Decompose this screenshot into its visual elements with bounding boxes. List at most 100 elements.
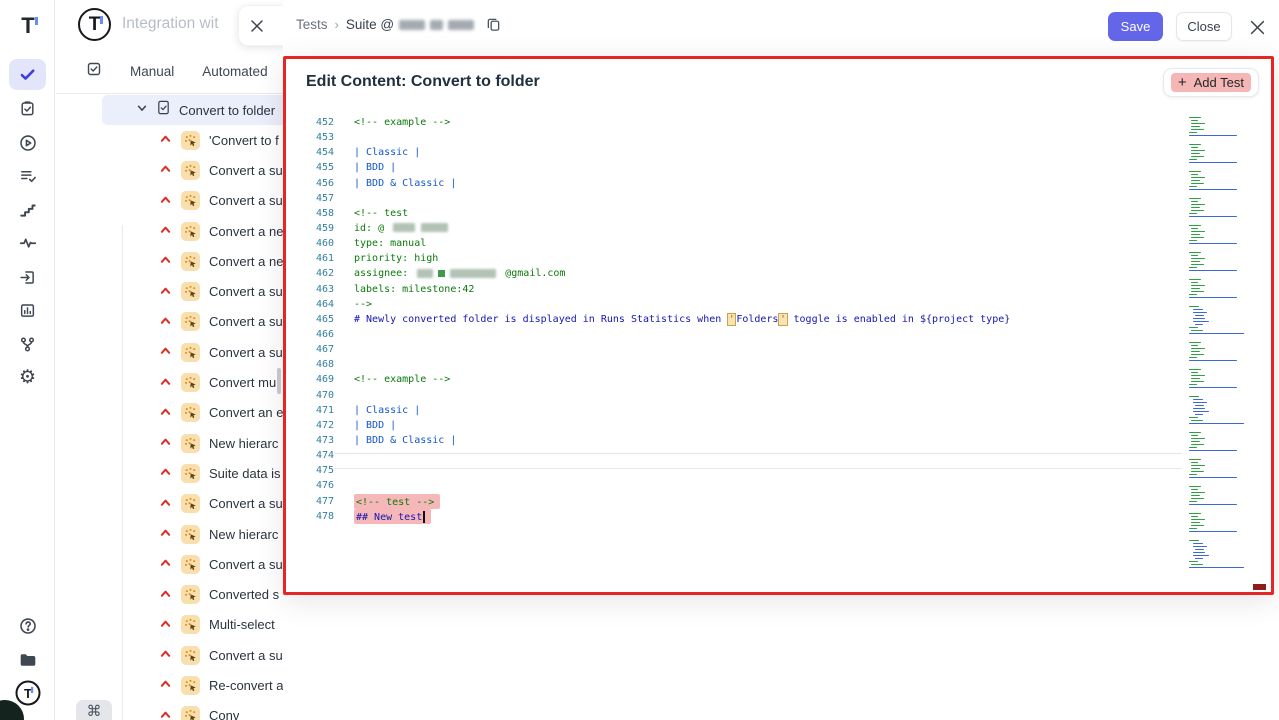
code-text: <!-- example --> xyxy=(354,115,450,130)
minimap-line xyxy=(1191,354,1204,355)
tree-row[interactable]: Convert a su xyxy=(56,307,283,337)
tree-row-convert-to-folder[interactable]: Convert to folder xyxy=(102,95,283,125)
editor-line-478: 478## New test xyxy=(297,509,1197,524)
highlighted-code: <!-- test --> xyxy=(354,494,440,509)
rail-item-test-plans[interactable] xyxy=(9,93,46,124)
flaky-test-icon xyxy=(181,373,200,392)
minimap-line xyxy=(1189,513,1201,514)
breadcrumb: Tests › Suite @ xyxy=(296,17,501,32)
editor-line-455: 455| BDD | xyxy=(297,160,1197,175)
close-icon[interactable] xyxy=(1250,20,1265,40)
minimap-line xyxy=(1191,237,1204,238)
tree-row[interactable]: Convert a su xyxy=(56,640,283,670)
tree-row[interactable]: Convert a ne xyxy=(56,246,283,276)
tree-row[interactable]: Convert an e xyxy=(56,398,283,428)
code-text: <!-- test xyxy=(354,206,408,221)
tree-row[interactable]: Convert a su xyxy=(56,489,283,519)
minimap-line xyxy=(1195,549,1204,550)
minimap-block xyxy=(1189,117,1245,136)
rail-item-runs[interactable] xyxy=(9,127,46,158)
rail-item-docs[interactable] xyxy=(9,644,46,675)
tree-row[interactable]: Convert a ne xyxy=(56,216,283,246)
flaky-test-icon xyxy=(181,555,200,574)
editor-minimap[interactable] xyxy=(1189,117,1245,591)
priority-caret-icon xyxy=(159,464,172,482)
minimap-line xyxy=(1189,297,1237,298)
tree-row[interactable]: Convert a su xyxy=(56,549,283,579)
editor-line-474: 474 xyxy=(297,448,1197,463)
tree-scrollbar[interactable] xyxy=(277,368,281,394)
flaky-test-icon xyxy=(181,706,200,720)
line-number: 462 xyxy=(297,266,334,281)
tree-row-label: 'Convert to f xyxy=(209,133,279,148)
tree-row-label: Convert a su xyxy=(209,284,283,299)
minimap-line xyxy=(1193,555,1209,556)
line-number: 473 xyxy=(297,433,334,448)
line-number: 454 xyxy=(297,145,334,160)
tree-row[interactable]: Re-convert a xyxy=(56,670,283,700)
minimap-line xyxy=(1191,519,1205,520)
minimap-line xyxy=(1189,369,1201,370)
line-number: 467 xyxy=(297,342,334,357)
flaky-test-icon xyxy=(181,434,200,453)
close-button[interactable]: Close xyxy=(1176,12,1232,41)
code-text: type: manual xyxy=(354,236,426,251)
rail-item-reports[interactable] xyxy=(9,295,46,326)
minimap-line xyxy=(1195,315,1204,316)
line-number: 474 xyxy=(297,448,334,463)
minimap-line xyxy=(1191,153,1200,154)
line-number: 463 xyxy=(297,282,334,297)
priority-caret-icon xyxy=(159,131,172,149)
flaky-test-icon xyxy=(181,312,200,331)
rail-item-steps[interactable] xyxy=(9,194,46,225)
breadcrumb-tests[interactable]: Tests xyxy=(296,17,328,32)
tree-row[interactable]: New hierarc xyxy=(56,519,283,549)
copy-icon[interactable] xyxy=(486,17,501,32)
tree-row-label: New hierarc xyxy=(209,527,278,542)
flaky-test-icon xyxy=(181,222,200,241)
editor-line-466: 466 xyxy=(297,327,1197,342)
rail-item-settings[interactable]: ⚙ xyxy=(9,362,46,393)
editor-line-468: 468 xyxy=(297,357,1197,372)
minimap-line xyxy=(1189,252,1201,253)
tab-manual[interactable]: Manual xyxy=(130,64,174,79)
tree-row[interactable]: Suite data is xyxy=(56,458,283,488)
minimap-line xyxy=(1191,564,1203,565)
rail-item-import[interactable] xyxy=(9,262,46,293)
add-test-button[interactable]: + Add Test xyxy=(1163,68,1259,97)
minimap-line xyxy=(1191,495,1200,496)
tree-row[interactable]: New hierarc xyxy=(56,428,283,458)
minimap-line xyxy=(1189,171,1201,172)
popover-close-button[interactable] xyxy=(238,5,283,46)
flaky-test-icon xyxy=(181,161,200,180)
priority-caret-icon xyxy=(159,586,172,604)
tree-row[interactable]: Convert a su xyxy=(56,337,283,367)
rail-item-activity[interactable] xyxy=(9,228,46,259)
tree-row[interactable]: Convert a su xyxy=(56,186,283,216)
tab-automated[interactable]: Automated xyxy=(202,64,267,79)
minimap-line xyxy=(1189,486,1201,487)
tree-row[interactable]: 'Convert to f xyxy=(56,125,283,155)
code-editor[interactable]: 452<!-- example -->453454| Classic |455|… xyxy=(297,115,1197,524)
tree-row[interactable]: Multi-select xyxy=(56,610,283,640)
rail-item-results[interactable] xyxy=(9,161,46,192)
tree-row[interactable]: Convert mul xyxy=(56,367,283,397)
line-number: 460 xyxy=(297,236,334,251)
minimap-line xyxy=(1191,177,1205,178)
tree-row[interactable]: Convert a su xyxy=(56,276,283,306)
minimap-line xyxy=(1189,417,1198,418)
minimap-line xyxy=(1189,387,1237,388)
tree-row[interactable]: Convert a su xyxy=(56,155,283,185)
flaky-test-icon xyxy=(181,343,200,362)
line-number: 472 xyxy=(297,418,334,433)
rail-item-tests[interactable] xyxy=(9,59,46,90)
save-button[interactable]: Save xyxy=(1108,12,1163,41)
minimap-line xyxy=(1195,324,1203,325)
rail-item-integrations[interactable] xyxy=(9,329,46,360)
main-header: Tests › Suite @ Save Close xyxy=(284,0,1279,56)
tree-row[interactable]: Converted s xyxy=(56,579,283,609)
minimap-block xyxy=(1189,432,1245,451)
minimap-line xyxy=(1189,459,1201,460)
rail-item-help[interactable] xyxy=(9,610,46,641)
line-number: 465 xyxy=(297,312,334,327)
